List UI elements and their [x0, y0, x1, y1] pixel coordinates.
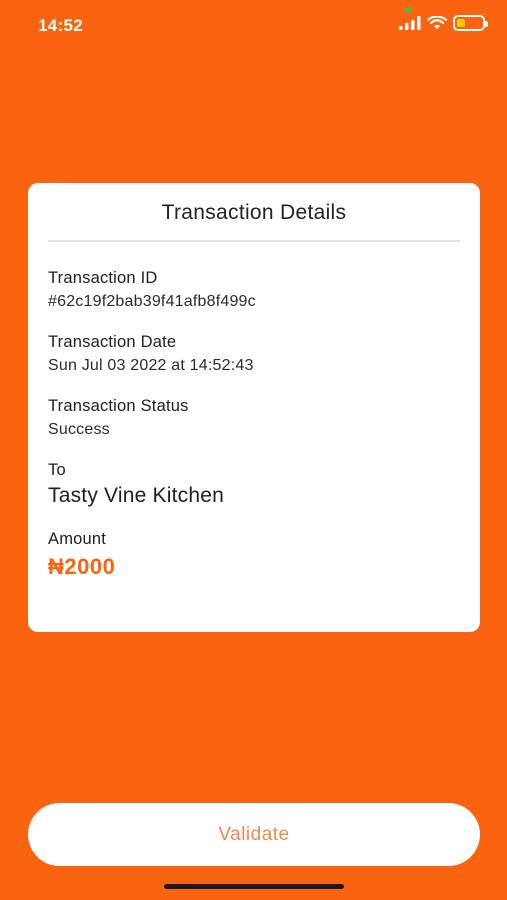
amount-label: Amount: [48, 530, 107, 548]
validate-button[interactable]: Validate: [28, 803, 480, 866]
amount-field: Amount ₦2000: [48, 530, 115, 580]
transaction-id-label: Transaction ID: [48, 269, 158, 287]
status-bar: 14:52: [0, 0, 507, 50]
privacy-indicator-icon: [405, 7, 411, 13]
status-icons: [399, 15, 488, 31]
transaction-date-value: Sun Jul 03 2022 at 14:52:43: [48, 357, 254, 374]
transaction-id-field: Transaction ID #62c19f2bab39f41afb8f499c: [48, 269, 256, 311]
transaction-status-value: Success: [48, 421, 110, 438]
recipient-field: To Tasty Vine Kitchen: [48, 461, 224, 508]
card-title: Transaction Details: [161, 201, 347, 224]
transaction-date-label: Transaction Date: [48, 333, 177, 351]
divider: [48, 240, 460, 242]
recipient-value: Tasty Vine Kitchen: [48, 484, 224, 507]
transaction-status-field: Transaction Status Success: [48, 397, 189, 439]
status-time: 14:52: [38, 16, 83, 35]
transaction-status-label: Transaction Status: [48, 397, 189, 415]
wifi-icon: [427, 16, 447, 29]
battery-icon: [453, 15, 488, 31]
battery-level: [457, 19, 465, 27]
transaction-date-field: Transaction Date Sun Jul 03 2022 at 14:5…: [48, 333, 254, 375]
recipient-label: To: [48, 461, 66, 479]
transaction-id-value: #62c19f2bab39f41afb8f499c: [48, 293, 256, 310]
signal-icon: [399, 16, 421, 30]
amount-value: ₦2000: [48, 554, 116, 579]
transaction-details-card: Transaction Details Transaction ID #62c1…: [28, 183, 480, 632]
home-indicator[interactable]: [164, 884, 344, 889]
